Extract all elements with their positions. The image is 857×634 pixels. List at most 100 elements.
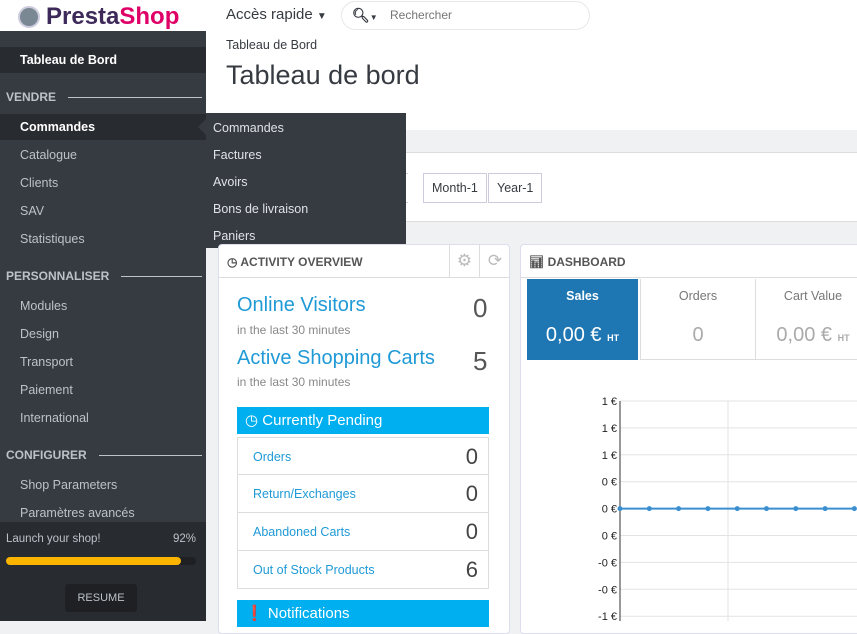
pending-value: 0 — [465, 481, 478, 506]
submenu-bons-de-livraison[interactable]: Bons de livraison — [213, 202, 308, 216]
pending-row-orders[interactable]: Orders 0 — [237, 437, 489, 475]
y-tick-label: 1 € — [602, 423, 617, 435]
pending-row-returns[interactable]: Return/Exchanges 0 — [237, 475, 489, 513]
active-carts-label[interactable]: Active Shopping Carts — [237, 347, 435, 370]
sidebar-item-transport[interactable]: Transport — [0, 349, 206, 375]
search-icon[interactable]: 🔍︎▼ — [352, 7, 378, 24]
pending-value: 0 — [465, 519, 478, 544]
search-input[interactable] — [390, 8, 580, 22]
sidebar-section-configurer: CONFIGURER — [6, 448, 202, 462]
launch-percent: 92% — [172, 533, 196, 545]
kpi-orders[interactable]: Orders 0 — [640, 279, 755, 360]
sidebar-section-personnaliser: PERSONNALISER — [6, 269, 202, 283]
active-carts-count: 5 — [473, 346, 488, 376]
breadcrumb[interactable]: Tableau de Bord — [226, 38, 317, 52]
pending-row-abandoned-carts[interactable]: Abandoned Carts 0 — [237, 513, 489, 551]
data-point — [705, 506, 711, 512]
sidebar-item-international[interactable]: International — [0, 405, 206, 431]
submenu-pointer — [198, 119, 206, 135]
bar-chart-icon: 📊︎ — [529, 255, 545, 269]
pending-title: Currently Pending — [262, 412, 383, 429]
alert-icon: ❗ — [245, 605, 264, 622]
submenu-commandes[interactable]: Commandes — [213, 121, 284, 135]
filter-year-button[interactable]: Year-1 — [488, 173, 543, 203]
search-box: 🔍︎▼ — [341, 1, 590, 30]
pending-value: 6 — [465, 557, 478, 582]
data-point — [764, 506, 769, 512]
kpi-label: Orders — [678, 289, 718, 303]
data-point — [793, 506, 799, 512]
pending-label: Out of Stock Products — [253, 563, 375, 577]
y-tick-label: 0 € — [602, 531, 617, 543]
y-tick-label: -0 € — [598, 584, 617, 596]
pending-value: 0 — [465, 444, 478, 469]
quick-access-label: Accès rapide — [226, 6, 313, 23]
kpi-label: Sales — [566, 289, 599, 303]
y-tick-label: 0 € — [602, 504, 617, 516]
section-title: PERSONNALISER — [6, 269, 110, 283]
resume-button[interactable]: RESUME — [65, 584, 137, 612]
kpi-cart-value[interactable]: Cart Value 0,00 € HT — [755, 279, 857, 360]
pending-label: Orders — [253, 450, 292, 464]
refresh-icon[interactable]: ⟳ — [479, 245, 510, 277]
submenu-factures[interactable]: Factures — [213, 148, 262, 162]
kpi-unit: HT — [607, 333, 620, 343]
sidebar-item-dashboard[interactable]: Tableau de Bord — [0, 47, 206, 73]
section-title: CONFIGURER — [6, 448, 87, 462]
notifications-header: ❗ Notifications — [237, 600, 489, 627]
y-tick-label: -1 € — [598, 611, 617, 621]
puffin-logo-icon — [18, 6, 40, 28]
y-tick-label: -0 € — [598, 557, 617, 569]
quick-access-dropdown[interactable]: Accès rapide ▼ — [226, 6, 327, 23]
online-visitors-label[interactable]: Online Visitors — [237, 294, 366, 317]
kpi-sales[interactable]: Sales 0,00 € HT — [527, 279, 638, 360]
prestashop-logo[interactable]: Presta Shop — [18, 3, 179, 31]
y-tick-label: 1 € — [602, 450, 617, 462]
sales-line-chart: 1 € 1 € 1 € 0 € 0 € 0 € -0 € -0 € -1 € — [598, 396, 857, 621]
clock-icon: ◷ — [245, 412, 259, 429]
data-point — [617, 506, 623, 512]
page-title: Tableau de bord — [226, 60, 420, 90]
logo-text-a: Presta — [46, 3, 120, 30]
logo-text-b: Shop — [119, 3, 180, 30]
notifications-title: Notifications — [267, 605, 350, 622]
activity-title: ◷ ACTIVITY OVERVIEW — [227, 255, 363, 269]
sidebar-item-commandes[interactable]: Commandes — [0, 114, 206, 140]
kpi-unit: HT — [837, 333, 850, 343]
y-tick-label: 1 € — [602, 396, 617, 408]
launch-progress-bar — [6, 557, 196, 565]
kpi-label: Cart Value — [783, 289, 843, 303]
filter-month-button[interactable]: Month-1 — [423, 173, 487, 203]
section-title: VENDRE — [6, 90, 57, 104]
online-visitors-count: 0 — [473, 293, 488, 323]
dashboard-title-text: DASHBOARD — [547, 255, 626, 269]
data-point — [734, 506, 740, 512]
submenu-paniers[interactable]: Paniers — [213, 229, 255, 243]
sidebar-item-shop-parameters[interactable]: Shop Parameters — [0, 472, 206, 498]
visitors-sub: in the last 30 minutes — [237, 323, 351, 337]
commandes-submenu: Commandes Factures Avoirs Bons de livrai… — [206, 113, 406, 248]
y-tick-label: 0 € — [602, 477, 617, 489]
activity-title-text: ACTIVITY OVERVIEW — [240, 255, 363, 269]
gear-icon[interactable]: ⚙ — [449, 245, 479, 277]
kpi-value: 0,00 € — [545, 324, 602, 346]
pending-label: Abandoned Carts — [253, 525, 351, 539]
sidebar-item-sav[interactable]: SAV — [0, 198, 206, 224]
sidebar-item-modules[interactable]: Modules — [0, 293, 206, 319]
kpi-value: 0,00 € — [776, 324, 833, 346]
sidebar-item-design[interactable]: Design — [0, 321, 206, 347]
data-point — [646, 506, 652, 512]
clock-icon: ◷ — [227, 255, 238, 269]
submenu-avoirs[interactable]: Avoirs — [213, 175, 248, 189]
currently-pending-header: ◷ Currently Pending — [237, 407, 489, 434]
sidebar-item-catalogue[interactable]: Catalogue — [0, 142, 206, 168]
sidebar-item-statistiques[interactable]: Statistiques — [0, 226, 206, 252]
caret-down-icon: ▼ — [316, 11, 327, 22]
data-point — [851, 506, 857, 512]
pending-row-out-of-stock[interactable]: Out of Stock Products 6 — [237, 551, 489, 589]
data-point — [822, 506, 828, 512]
carts-sub: in the last 30 minutes — [237, 375, 351, 389]
sidebar-item-clients[interactable]: Clients — [0, 170, 206, 196]
dashboard-title: 📊︎ DASHBOARD — [529, 255, 626, 269]
sidebar-item-paiement[interactable]: Paiement — [0, 377, 206, 403]
